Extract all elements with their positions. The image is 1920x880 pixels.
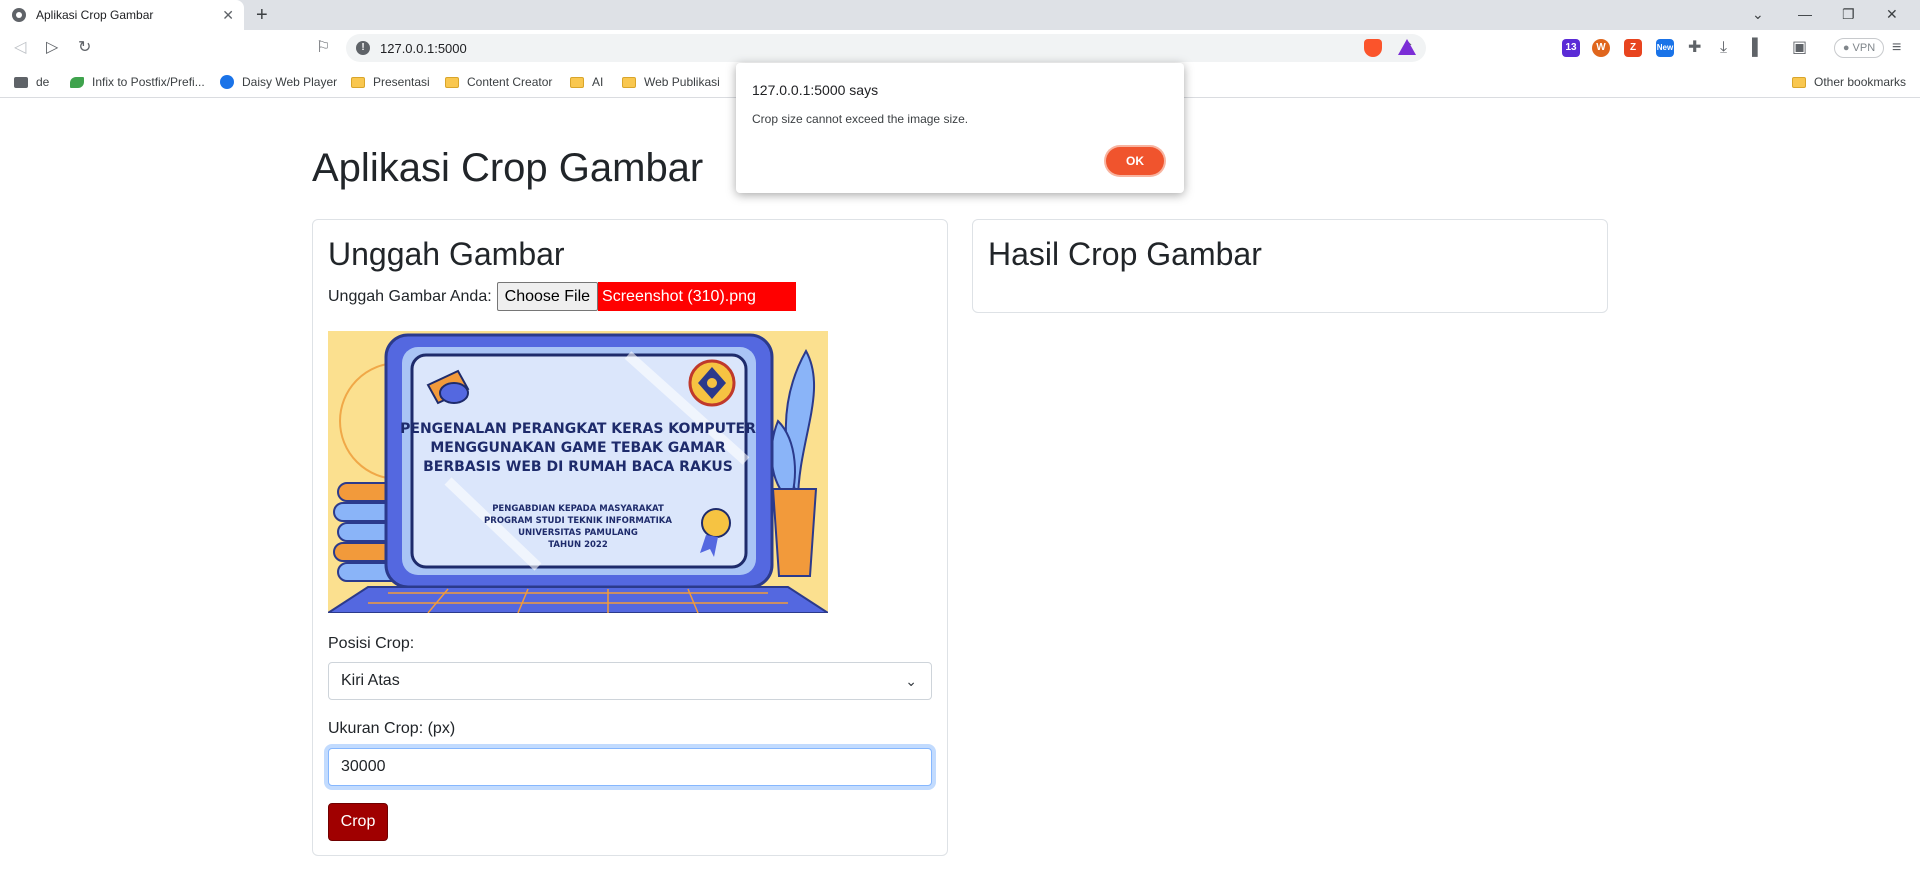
result-heading: Hasil Crop Gambar: [988, 236, 1262, 272]
bookmark-icon[interactable]: ⚐: [316, 38, 330, 58]
result-card: Hasil Crop Gambar: [972, 219, 1608, 313]
preview-sub-2: PROGRAM STUDI TEKNIK INFORMATIKA: [484, 516, 672, 526]
extensions-puzzle-icon[interactable]: ✚: [1688, 38, 1701, 58]
folder-icon: [445, 76, 459, 88]
size-label: Ukuran Crop: (px): [328, 720, 456, 737]
crop-button[interactable]: Crop: [328, 803, 388, 841]
address-bar[interactable]: ! 127.0.0.1:5000 ⇪: [346, 34, 1426, 62]
other-bookmarks-label: Other bookmarks: [1814, 75, 1907, 89]
back-icon[interactable]: ◁: [14, 38, 26, 58]
info-icon[interactable]: !: [356, 41, 370, 55]
bookmark-de[interactable]: de: [14, 72, 49, 92]
vpn-button[interactable]: ● VPN: [1834, 38, 1884, 58]
preview-line-3: BERBASIS WEB DI RUMAH BACA RAKUS: [423, 459, 733, 475]
minimize-icon[interactable]: —: [1798, 5, 1812, 23]
bookmark-ai[interactable]: AI: [570, 72, 603, 92]
spreadsheet-icon: [14, 76, 28, 88]
globe-icon: [12, 8, 26, 22]
browser-tab[interactable]: Aplikasi Crop Gambar ✕: [0, 0, 244, 30]
folder-icon: [570, 76, 584, 88]
dialog-ok-button[interactable]: OK: [1106, 147, 1164, 175]
close-window-icon[interactable]: ✕: [1886, 5, 1898, 23]
preview-sub-3: UNIVERSITAS PAMULANG: [518, 528, 638, 538]
upload-row: Unggah Gambar Anda: Choose File Screensh…: [328, 282, 797, 311]
wallet-icon[interactable]: ▣: [1792, 38, 1807, 58]
bookmark-label: de: [36, 75, 50, 89]
z-ext-icon[interactable]: Z: [1624, 39, 1642, 57]
preview-line-2: MENGGUNAKAN GAME TEBAK GAMAR: [430, 440, 726, 456]
browser-toolbar: ◁ ▷ ↻ ⚐ ! 127.0.0.1:5000 ⇪ 13 W Z New ✚ …: [0, 30, 1920, 66]
crop-size-input[interactable]: 30000: [328, 748, 932, 786]
upload-card: Unggah Gambar Unggah Gambar Anda: Choose…: [312, 219, 948, 856]
leaf-icon: [70, 76, 84, 88]
preview-sub-1: PENGABDIAN KEPADA MASYARAKAT: [492, 504, 664, 514]
bookmark-label: Content Creator: [467, 75, 553, 89]
brave-rewards-icon[interactable]: [1398, 39, 1416, 55]
tab-search-icon[interactable]: ⌄: [1752, 5, 1764, 23]
folder-icon: [622, 76, 636, 88]
university-seal: [688, 359, 736, 407]
page-title: Aplikasi Crop Gambar: [312, 146, 704, 190]
preview-line-1: PENGENALAN PERANGKAT KERAS KOMPUTER: [400, 421, 756, 437]
tab-strip: Aplikasi Crop Gambar ✕ + ⌄ — ❐ ✕: [0, 0, 1920, 30]
folder-icon: [1792, 76, 1806, 88]
upload-label: Unggah Gambar Anda:: [328, 287, 492, 305]
bookmark-label: Infix to Postfix/Prefi...: [92, 75, 205, 89]
forward-icon[interactable]: ▷: [46, 38, 58, 58]
position-select[interactable]: Kiri Atas ⌄: [328, 662, 932, 700]
position-select-value: Kiri Atas: [341, 672, 400, 689]
vpn-label: VPN: [1852, 42, 1876, 54]
other-bookmarks[interactable]: Other bookmarks: [1792, 72, 1906, 92]
download-icon[interactable]: ⤓: [1720, 38, 1727, 58]
new-ext-icon[interactable]: New: [1656, 39, 1674, 57]
restore-icon[interactable]: ❐: [1842, 5, 1855, 23]
menu-icon[interactable]: ≡: [1892, 38, 1901, 58]
url-text: 127.0.0.1:5000: [380, 41, 467, 56]
bookmark-presentasi[interactable]: Presentasi: [351, 72, 430, 92]
wordpress-ext-icon[interactable]: W: [1592, 39, 1610, 57]
alert-dialog: 127.0.0.1:5000 says Crop size cannot exc…: [736, 63, 1184, 193]
selected-file-name: Screenshot (310).png: [598, 282, 797, 311]
close-tab-icon[interactable]: ✕: [222, 6, 234, 24]
bookmark-infix[interactable]: Infix to Postfix/Prefi...: [70, 72, 205, 92]
daisy-icon: [220, 75, 234, 89]
dialog-origin: 127.0.0.1:5000 says: [752, 82, 879, 98]
brave-shield-icon[interactable]: [1364, 39, 1382, 57]
new-tab-icon[interactable]: +: [256, 3, 268, 27]
bookmark-label: Web Publikasi: [644, 75, 720, 89]
sidebar-icon[interactable]: ▌: [1752, 38, 1763, 58]
bookmark-label: AI: [592, 75, 604, 89]
preview-sub-4: TAHUN 2022: [548, 540, 608, 550]
bookmark-content-creator[interactable]: Content Creator: [445, 72, 552, 92]
upload-heading: Unggah Gambar: [328, 236, 565, 272]
folder-icon: [351, 76, 365, 88]
graduation-cap-ext-icon[interactable]: 13: [1562, 39, 1580, 57]
dialog-message: Crop size cannot exceed the image size.: [752, 112, 969, 126]
reload-icon[interactable]: ↻: [78, 38, 91, 58]
uploaded-image-preview: PENGENALAN PERANGKAT KERAS KOMPUTER MENG…: [328, 331, 828, 613]
bookmark-label: Presentasi: [373, 75, 430, 89]
position-label: Posisi Crop:: [328, 635, 415, 652]
tab-title: Aplikasi Crop Gambar: [36, 8, 154, 22]
choose-file-button[interactable]: Choose File: [496, 282, 599, 311]
bookmark-daisy[interactable]: Daisy Web Player: [220, 72, 337, 92]
chevron-down-icon: ⌄: [905, 673, 917, 689]
bookmark-label: Daisy Web Player: [242, 75, 338, 89]
bookmark-web-publikasi[interactable]: Web Publikasi: [622, 72, 720, 92]
vpn-dot-icon: ●: [1842, 42, 1853, 54]
